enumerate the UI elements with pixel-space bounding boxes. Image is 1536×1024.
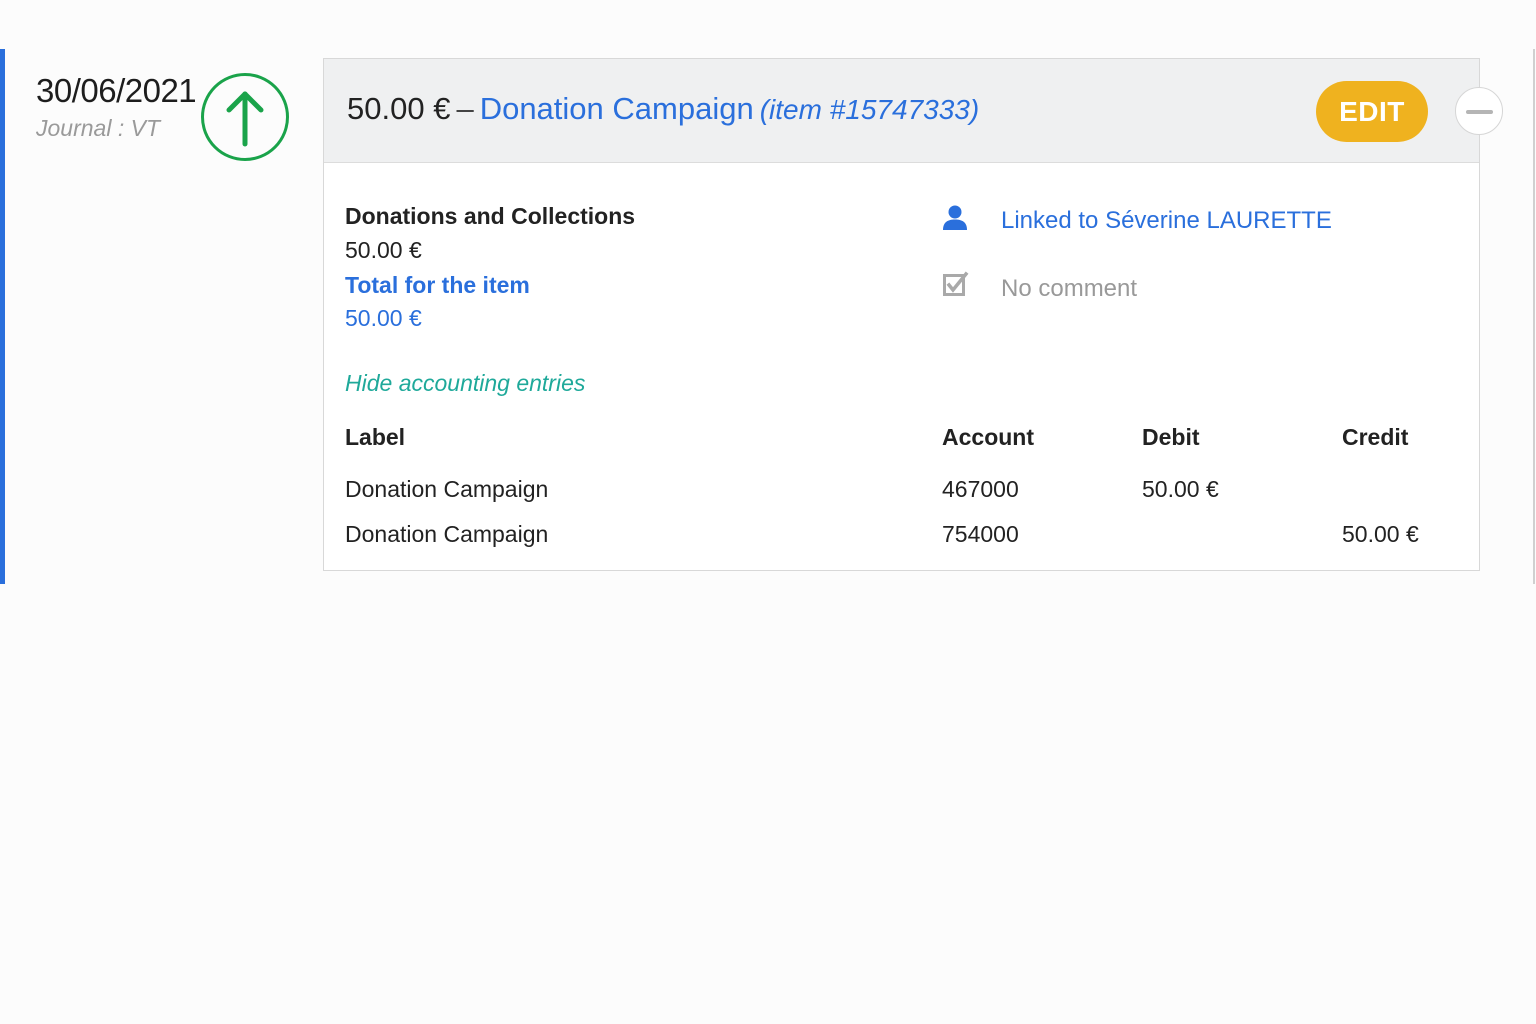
comment-text: No comment: [1001, 275, 1138, 302]
category-amount: 50.00 €: [345, 237, 422, 263]
category-title: Donations and Collections: [345, 203, 636, 229]
column-header-account: Account: [942, 424, 1034, 450]
column-header-debit: Debit: [1142, 424, 1200, 450]
item-reference: (item #15747333): [759, 94, 980, 125]
row-account: 467000: [942, 476, 1019, 502]
row-label: Donation Campaign: [345, 476, 549, 502]
journal-label: Journal : VT: [36, 115, 160, 141]
total-label: Total for the item: [345, 272, 530, 298]
right-divider: [1533, 49, 1535, 584]
row-label: Donation Campaign: [345, 521, 549, 547]
row-account: 754000: [942, 521, 1019, 547]
entry-accent-bar: [0, 49, 5, 584]
entry-date: 30/06/2021: [36, 72, 197, 109]
edit-button[interactable]: EDIT: [1316, 81, 1428, 142]
edit-note-icon: [941, 271, 969, 299]
column-header-label: Label: [345, 424, 406, 450]
person-icon: [941, 204, 969, 232]
arrow-up-icon: [200, 72, 290, 162]
transaction-title: 50.00 € – Donation Campaign (item #15747333…: [347, 91, 979, 127]
minus-icon: [1466, 110, 1493, 114]
collapse-button[interactable]: [1455, 87, 1503, 135]
row-debit: 50.00 €: [1142, 476, 1219, 502]
row-credit: 50.00 €: [1342, 521, 1419, 547]
linked-contact-link[interactable]: Linked to Séverine LAURETTE: [1001, 207, 1332, 235]
card-header: 50.00 € – Donation Campaign (item #15747333…: [324, 59, 1479, 163]
transaction-amount: 50.00 €: [347, 91, 451, 126]
total-amount: 50.00 €: [345, 305, 422, 331]
hide-entries-toggle[interactable]: Hide accounting entries: [345, 370, 585, 397]
title-separator: –: [456, 91, 474, 126]
column-header-credit: Credit: [1342, 424, 1409, 450]
campaign-link[interactable]: Donation Campaign: [480, 91, 754, 126]
